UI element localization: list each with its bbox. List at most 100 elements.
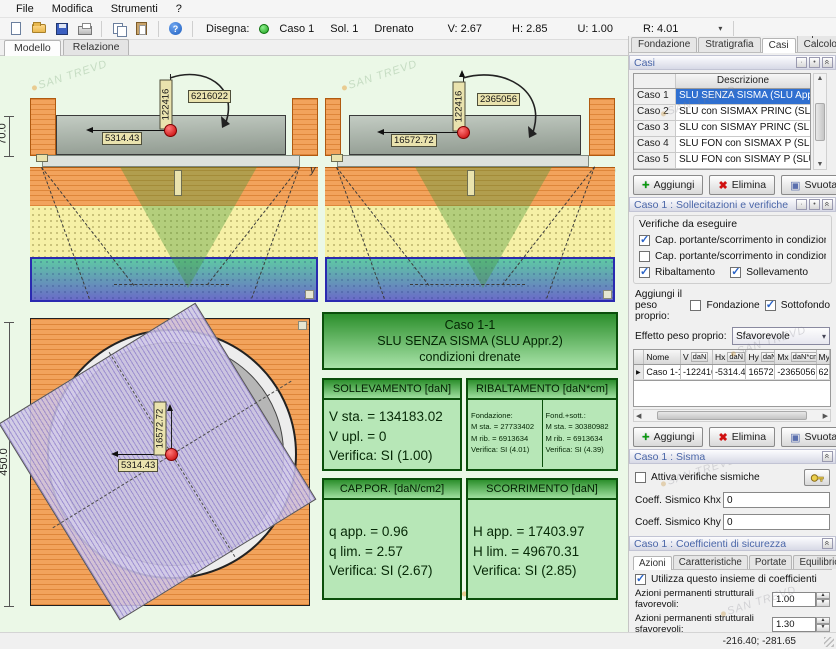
tab-relazione[interactable]: Relazione [63,39,130,55]
casi-row-desc[interactable]: SLU con SISMAX PRINC (SLU Appr... [676,105,810,120]
checkbox-ribaltamento[interactable] [639,267,650,278]
scroll-thumb[interactable] [657,411,807,420]
checkbox-utilizza-coefficienti[interactable] [635,574,646,585]
drawing-canvas[interactable]: SAN TREVD SAN TREVD SAN TREVD SAN TREVD … [0,56,628,632]
menu-file[interactable]: File [8,2,42,16]
tab-caratteristiche[interactable]: Caratteristiche [673,555,748,569]
tab-azioni[interactable]: Azioni [633,556,672,570]
coef-value[interactable]: 1.30 [772,617,816,632]
pin-button[interactable]: • [809,199,820,210]
scroll-thumb[interactable] [815,103,825,141]
row-selector[interactable]: ▶ [634,365,644,379]
cell-my[interactable]: 62 [817,365,830,379]
view-grip[interactable] [603,290,612,299]
grid-col-hx[interactable]: HxdaN [713,350,747,364]
scroll-up-icon[interactable]: ▲ [817,75,824,82]
checkbox-attiva-sisma[interactable] [635,472,646,483]
khx-input[interactable]: 0 [723,492,830,508]
grid-col-mx[interactable]: MxdaN*cm [775,350,816,364]
minimize-button[interactable]: · [796,199,807,210]
table-row[interactable]: Caso 5 SLU FON con SISMAY P (SLU Appr.2) [634,153,810,169]
sisma-options-button[interactable] [804,469,830,486]
caso-indicator[interactable]: Caso 1 [273,23,320,35]
tab-portate[interactable]: Portate [749,555,793,569]
casi-row-name[interactable]: Caso 2 [634,105,676,120]
delete-case-button[interactable]: ✖Elimina [709,175,775,195]
drenato-indicator[interactable]: Drenato [368,23,419,35]
new-file-button[interactable] [6,20,25,38]
pin-button[interactable]: • [809,57,820,68]
view-grip[interactable] [298,321,307,330]
scroll-left-icon[interactable]: ◀ [636,412,641,420]
casi-row-desc[interactable]: SLU FON con SISMAY P (SLU Appr.2) [676,153,810,168]
paste-button[interactable] [132,20,151,38]
collapse-chevron-button[interactable]: « [822,57,833,68]
casi-row-desc[interactable]: SLU con SISMAY PRINC (SLU Appr... [676,121,810,136]
tab-equilibrio[interactable]: Equilibrio [793,555,836,569]
checkbox-sollevamento[interactable] [730,267,741,278]
help-button[interactable]: ? [166,20,185,38]
spin-up-icon[interactable]: ▲ [816,592,830,600]
menu-strumenti[interactable]: Strumenti [103,2,166,16]
table-row[interactable]: Caso 4 SLU FON con SISMAX P (SLU Appr.2) [634,137,810,153]
tab-opzioni-calcolo[interactable]: Opzioni Calcolo [797,36,836,52]
resize-grip[interactable] [824,637,834,647]
save-button[interactable] [52,20,71,38]
delete-load-button[interactable]: ✖Elimina [709,427,775,447]
clear-cases-button[interactable]: ▣Svuota [781,175,836,195]
checkbox-fondazione[interactable] [690,300,701,311]
table-row[interactable]: ▶ Caso 1-1 -122416 -5314.43 16572... -23… [634,365,830,380]
sol-indicator[interactable]: Sol. 1 [324,23,364,35]
collapse-chevron-button[interactable]: « [822,199,833,210]
menu-modifica[interactable]: Modifica [44,2,101,16]
menu-help[interactable]: ? [168,2,190,16]
grid-col-v[interactable]: VdaN [681,350,713,364]
casi-row-desc[interactable]: SLU SENZA SISMA (SLU Appr.2) [676,89,810,104]
copy-button[interactable] [109,20,128,38]
collapse-chevron-button[interactable]: « [822,538,833,549]
casi-row-desc[interactable]: SLU FON con SISMAX P (SLU Appr.2) [676,137,810,152]
view-grip[interactable] [305,290,314,299]
coef-spinner[interactable]: 1.30 ▲▼ [772,617,830,632]
scroll-right-icon[interactable]: ▶ [823,412,828,420]
minimize-button[interactable]: · [796,57,807,68]
checkbox-drenate[interactable] [639,235,650,246]
casi-row-name[interactable]: Caso 5 [634,153,676,168]
coef-value[interactable]: 1.00 [772,592,816,607]
casi-col-descrizione[interactable]: Descrizione [676,74,810,88]
collapse-chevron-button[interactable]: « [822,451,833,462]
cell-mx[interactable]: -2365056 [775,365,816,379]
tab-fondazione[interactable]: Fondazione [631,37,697,52]
cell-hx[interactable]: -5314.43 [713,365,747,379]
checkbox-sottofondo[interactable] [765,300,776,311]
clear-loads-button[interactable]: ▣Svuota [781,427,836,447]
casi-row-name[interactable]: Caso 3 [634,121,676,136]
spin-down-icon[interactable]: ▼ [816,624,830,632]
khy-input[interactable]: 0 [723,514,830,530]
table-row[interactable]: Caso 1 SLU SENZA SISMA (SLU Appr.2) [634,89,810,105]
coef-spinner[interactable]: 1.00 ▲▼ [772,592,830,607]
grid-col-nome[interactable]: Nome [644,350,681,364]
print-button[interactable] [75,20,94,38]
checkbox-non-drenate[interactable] [639,251,650,262]
casi-row-name[interactable]: Caso 4 [634,137,676,152]
cell-nome[interactable]: Caso 1-1 [644,365,681,379]
open-file-button[interactable] [29,20,48,38]
table-row[interactable]: Caso 3 SLU con SISMAY PRINC (SLU Appr... [634,121,810,137]
table-row[interactable]: Caso 2 SLU con SISMAX PRINC (SLU Appr... [634,105,810,121]
spin-down-icon[interactable]: ▼ [816,599,830,607]
add-case-button[interactable]: +Aggiungi [633,175,703,195]
casi-row-name[interactable]: Caso 1 [634,89,676,104]
cell-hy[interactable]: 16572... [746,365,775,379]
tab-stratigrafia[interactable]: Stratigrafia [698,37,760,52]
add-load-button[interactable]: +Aggiungi [633,427,703,447]
chevron-down-icon[interactable]: ▾ [714,24,726,33]
grid-col-hy[interactable]: HydaN [746,350,775,364]
tab-casi[interactable]: Casi [762,38,796,53]
casi-vertical-scrollbar[interactable]: ▲ ▼ [813,73,827,170]
tab-modello[interactable]: Modello [4,40,61,56]
cell-v[interactable]: -122416 [681,365,713,379]
effetto-peso-select[interactable]: Sfavorevole ▾ [732,327,830,345]
scroll-down-icon[interactable]: ▼ [817,161,824,168]
grid-col-my[interactable]: My [817,350,830,364]
